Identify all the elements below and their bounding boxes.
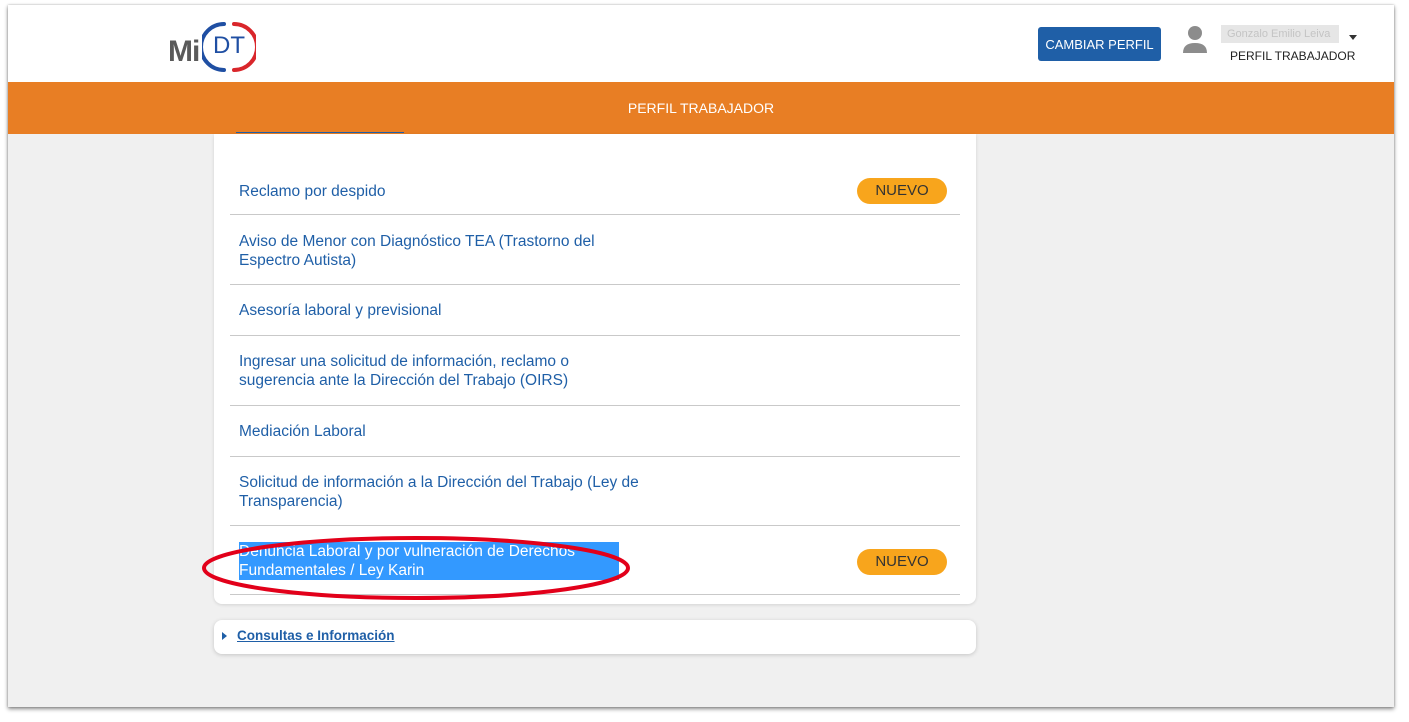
list-item-aviso-tea[interactable]: Aviso de Menor con Diagnóstico TEA (Tras…	[230, 215, 960, 285]
consultas-accordion[interactable]: Consultas e Información	[214, 620, 976, 654]
change-profile-button[interactable]: CAMBIAR PERFIL	[1038, 27, 1161, 61]
service-link-selected[interactable]: Denuncia Laboral y por vulneración de De…	[239, 542, 619, 580]
chevron-down-icon[interactable]	[1349, 35, 1357, 40]
user-name: Gonzalo Emilio Leiva	[1221, 25, 1339, 43]
caret-right-icon[interactable]	[222, 632, 227, 640]
profile-banner: PERFIL TRABAJADOR	[8, 82, 1394, 134]
services-card: Reclamo por despido NUEVO Aviso de Menor…	[214, 134, 976, 604]
list-item-oirs[interactable]: Ingresar una solicitud de información, r…	[230, 336, 960, 406]
service-link[interactable]: Reclamo por despido	[239, 182, 699, 201]
list-item-transparencia[interactable]: Solicitud de información a la Dirección …	[230, 457, 960, 526]
consultas-link[interactable]: Consultas e Información	[237, 628, 395, 643]
logo-dt-mark: DT	[199, 20, 259, 74]
user-menu[interactable]: Gonzalo Emilio Leiva PERFIL TRABAJADOR	[1183, 23, 1383, 73]
top-header: Mi DT CAMBIAR PERFIL Gonzalo Emilio Leiv…	[8, 5, 1394, 82]
list-item-denuncia-ley-karin[interactable]: Denuncia Laboral y por vulneración de De…	[230, 526, 960, 595]
list-item-mediacion[interactable]: Mediación Laboral	[230, 406, 960, 457]
service-link[interactable]: Mediación Laboral	[239, 422, 699, 441]
list-item-reclamo-despido[interactable]: Reclamo por despido NUEVO	[230, 159, 960, 215]
scrolled-off-link[interactable]	[236, 127, 404, 135]
new-badge: NUEVO	[857, 549, 947, 575]
mi-dt-logo[interactable]: Mi DT	[168, 20, 288, 76]
list-item-asesoria[interactable]: Asesoría laboral y previsional	[230, 285, 960, 336]
user-avatar-icon	[1183, 26, 1207, 53]
service-link[interactable]: Ingresar una solicitud de información, r…	[239, 352, 649, 390]
logo-mi-text: Mi	[168, 35, 200, 68]
logo-dt-text: DT	[213, 32, 245, 59]
service-link[interactable]: Solicitud de información a la Dirección …	[239, 473, 709, 511]
user-role: PERFIL TRABAJADOR	[1230, 49, 1356, 63]
service-link[interactable]: Asesoría laboral y previsional	[239, 301, 699, 320]
services-list: Reclamo por despido NUEVO Aviso de Menor…	[230, 159, 960, 595]
browser-viewport: Mi DT CAMBIAR PERFIL Gonzalo Emilio Leiv…	[8, 5, 1394, 707]
new-badge: NUEVO	[857, 178, 947, 204]
service-link[interactable]: Aviso de Menor con Diagnóstico TEA (Tras…	[239, 232, 659, 270]
